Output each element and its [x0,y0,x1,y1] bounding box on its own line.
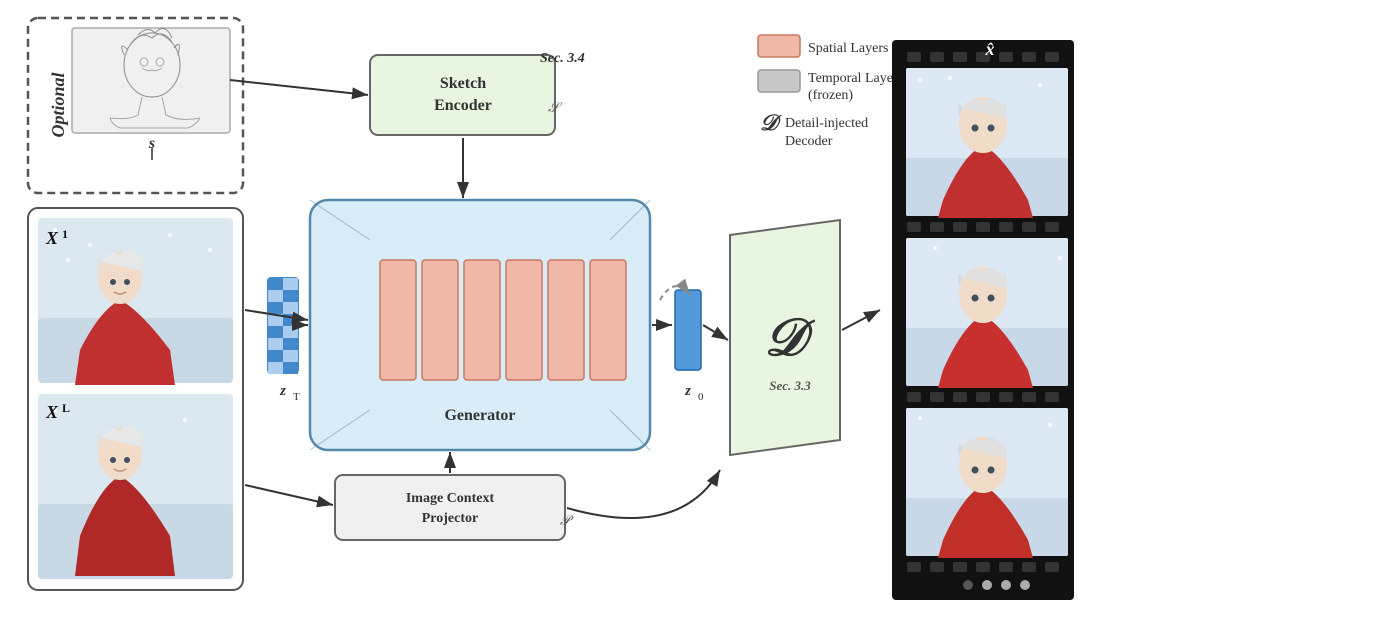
svg-text:T: T [293,391,300,403]
svg-text:Optional: Optional [48,72,68,137]
svg-text:Projector: Projector [422,511,478,526]
svg-text:X: X [45,402,59,422]
svg-text:z: z [279,383,286,399]
svg-text:s: s [148,135,155,152]
svg-text:Temporal Layers: Temporal Layers [808,71,903,86]
svg-text:Detail-injected: Detail-injected [785,116,868,131]
svg-text:𝒟: 𝒟 [760,110,782,135]
svg-text:X: X [45,228,59,248]
svg-text:𝒟: 𝒟 [764,310,815,367]
svg-text:0: 0 [698,391,704,403]
svg-text:(frozen): (frozen) [808,88,853,103]
svg-text:Encoder: Encoder [434,97,492,114]
svg-text:z: z [684,383,691,399]
svg-text:1: 1 [62,227,68,241]
svg-text:Sketch: Sketch [440,75,486,92]
svg-text:𝒫: 𝒫 [560,514,574,529]
svg-text:Sec. 3.4: Sec. 3.4 [540,51,585,66]
svg-text:Generator: Generator [444,407,515,424]
svg-text:L: L [62,401,70,415]
svg-text:Image Context: Image Context [406,491,495,506]
svg-text:x̂: x̂ [985,39,995,59]
svg-text:𝒮: 𝒮 [548,101,563,116]
svg-text:Spatial Layers: Spatial Layers [808,41,888,56]
svg-text:Decoder: Decoder [785,134,833,149]
svg-text:Sec. 3.3: Sec. 3.3 [769,378,811,393]
